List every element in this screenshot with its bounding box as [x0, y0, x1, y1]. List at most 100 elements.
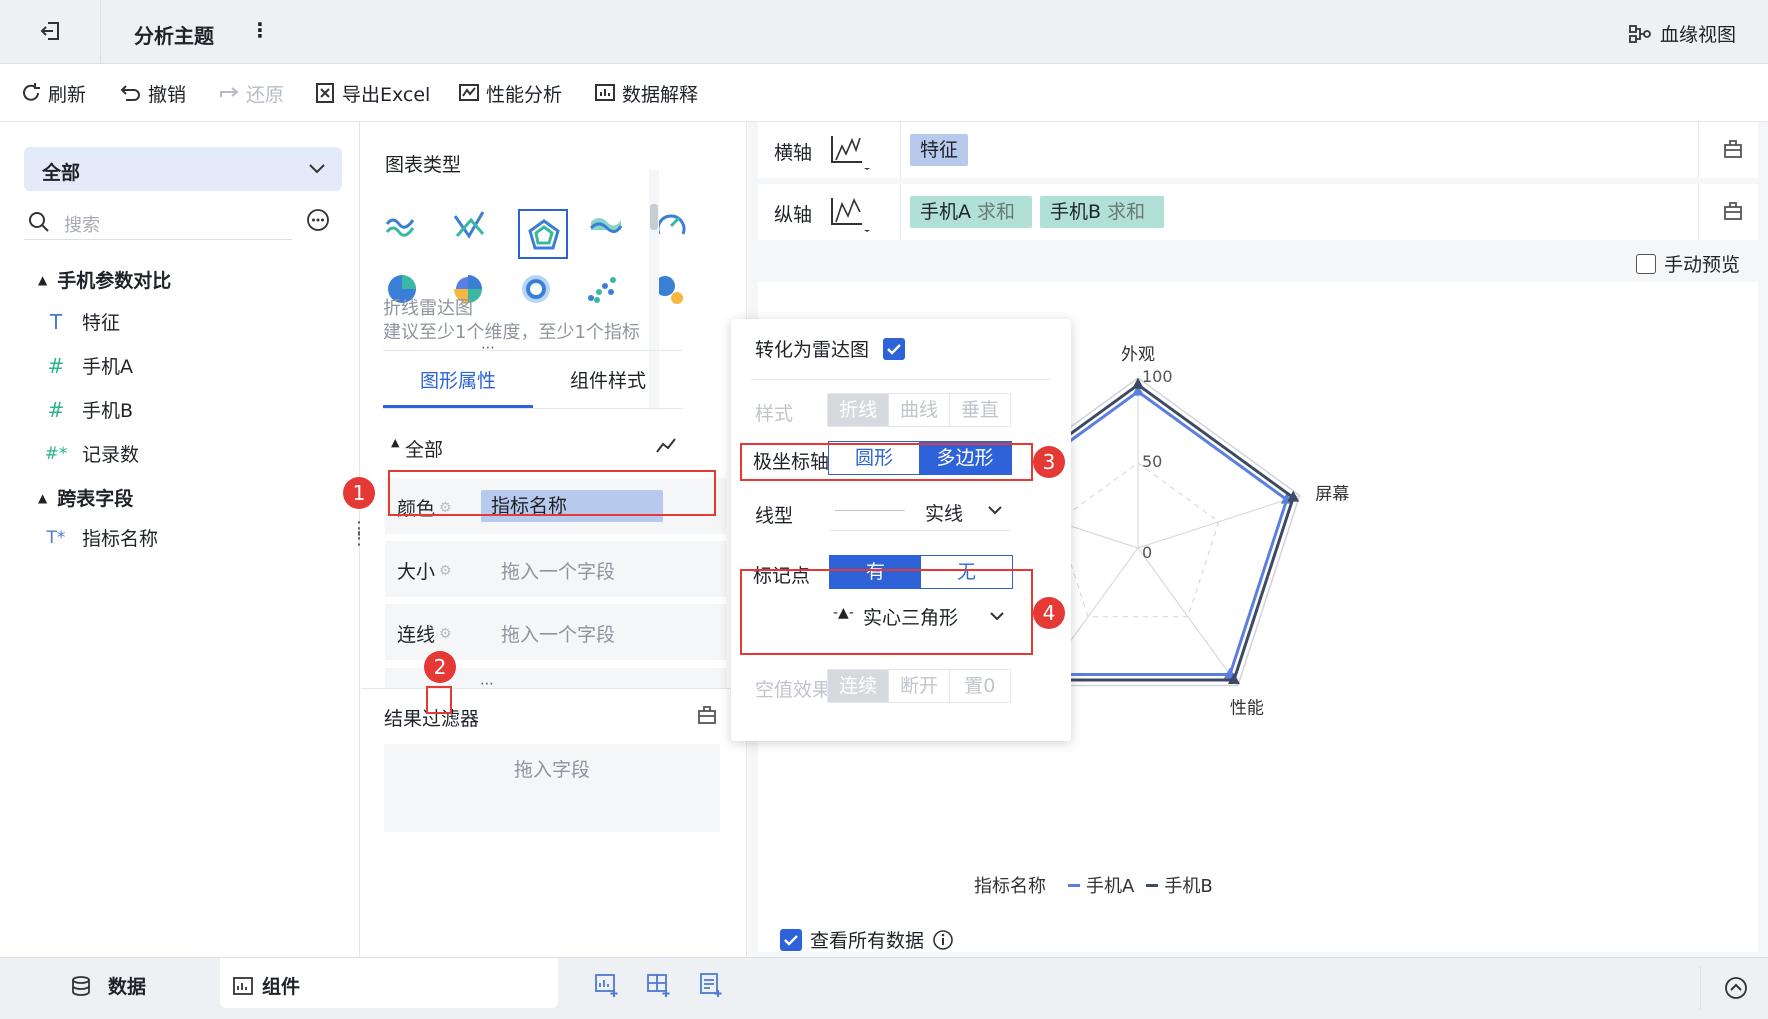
null-option-continuous[interactable]: 连续	[828, 670, 889, 702]
chevron-down-icon	[988, 506, 1002, 515]
y-axis-field-chip[interactable]: 手机B 求和	[1040, 196, 1164, 228]
y-field-agg: 求和	[1107, 201, 1146, 223]
number-type-icon: #	[47, 353, 65, 378]
more-menu-icon[interactable]: ⋮	[250, 18, 270, 42]
manual-preview-toggle[interactable]: 手动预览	[1636, 250, 1740, 277]
component-tab[interactable]: 组件	[220, 958, 558, 1008]
y-axis-field-chip[interactable]: 手机A 求和	[910, 196, 1032, 228]
y-axis-type-icon[interactable]	[828, 194, 872, 234]
chevron-down-icon	[309, 164, 325, 174]
y-axis-label: 纵轴	[774, 204, 813, 226]
y-field-name: 手机B	[1050, 201, 1102, 223]
field-group-name: 跨表字段	[57, 488, 134, 510]
drag-handle-icon[interactable]: ⋯	[481, 340, 495, 356]
field-group-name: 手机参数对比	[57, 270, 172, 292]
field-item[interactable]: # 手机B	[44, 396, 133, 423]
export-excel-button[interactable]: 导出Excel	[314, 78, 430, 108]
table-select-dropdown[interactable]: 全部	[24, 147, 342, 191]
annotation-badge-3: 3	[1033, 446, 1065, 478]
drag-handle-icon[interactable]: ⋯	[480, 676, 494, 692]
legend-item-b[interactable]: 手机B	[1146, 872, 1213, 898]
chart-type-polyline-icon[interactable]	[451, 208, 489, 242]
convert-radar-checkbox[interactable]	[883, 337, 906, 360]
convert-radar-row[interactable]: 转化为雷达图	[755, 335, 906, 362]
view-all-checkbox[interactable]	[780, 928, 802, 951]
table-select-value: 全部	[42, 162, 81, 184]
style-option-polyline[interactable]: 折线	[828, 394, 889, 426]
data-tab[interactable]: 数据	[70, 972, 146, 999]
field-group-header[interactable]: ▲ 手机参数对比	[38, 266, 171, 293]
caret-down-icon: ▲	[391, 436, 400, 449]
exit-icon[interactable]	[38, 18, 64, 44]
performance-icon	[459, 84, 479, 101]
top-bar: 分析主题 ⋮ 血缘视图	[0, 0, 1768, 64]
redo-button[interactable]: 还原	[218, 78, 284, 108]
connect-line-drop-zone[interactable]: 拖入一个字段	[501, 620, 615, 647]
annotation-box-4	[740, 569, 1033, 655]
export-excel-label: 导出Excel	[342, 83, 431, 106]
field-search-input[interactable]: 搜索	[24, 202, 292, 240]
legend-label: 手机B	[1164, 876, 1213, 897]
view-all-data-toggle[interactable]: 查看所有数据	[780, 926, 954, 953]
all-marks-row[interactable]: ▲ 全部	[391, 426, 683, 466]
undo-icon	[120, 85, 140, 101]
field-item[interactable]: # 手机A	[44, 352, 133, 379]
legend-swatch	[1146, 883, 1159, 887]
add-chart-icon[interactable]	[594, 972, 620, 998]
undo-label: 撤销	[148, 83, 187, 106]
null-option-break[interactable]: 断开	[888, 670, 948, 702]
size-drop-zone[interactable]: 拖入一个字段	[501, 557, 615, 584]
data-explain-label: 数据解释	[622, 83, 699, 106]
chart-type-title: 图表类型	[385, 154, 462, 176]
legend-item-a[interactable]: 手机A	[1068, 872, 1134, 898]
x-axis-field-chip[interactable]: 特征	[910, 134, 969, 166]
add-table-icon[interactable]	[646, 972, 672, 998]
chart-type-line-icon[interactable]	[383, 210, 421, 242]
null-option-zero[interactable]: 置0	[948, 670, 1010, 702]
radar-spoke	[1137, 494, 1300, 549]
gear-icon[interactable]: ⚙	[439, 563, 452, 579]
field-item[interactable]: T 特征	[44, 308, 120, 335]
chart-type-donut-icon[interactable]	[519, 272, 553, 306]
y-axis-shelf: 纵轴 手机A 求和 手机B 求和	[758, 184, 1758, 240]
data-explain-button[interactable]: 数据解释	[594, 78, 698, 108]
chart-type-scatter-icon[interactable]	[585, 272, 621, 306]
data-explain-icon	[595, 84, 615, 101]
info-icon[interactable]	[932, 929, 954, 951]
annotation-badge-1: 1	[343, 477, 375, 509]
calculated-text-icon: T*	[46, 527, 66, 548]
tab-label: 组件样式	[569, 370, 646, 392]
filter-settings-icon[interactable]	[696, 704, 718, 726]
x-axis-type-icon[interactable]	[828, 132, 872, 172]
performance-analysis-button[interactable]: 性能分析	[458, 78, 562, 108]
style-option-vertical[interactable]: 垂直	[948, 394, 1010, 426]
data-tab-label: 数据	[108, 976, 147, 998]
chart-type-radar-icon[interactable]	[518, 209, 568, 259]
lineage-view-button[interactable]: 血缘视图	[1628, 20, 1736, 47]
divider	[1700, 966, 1701, 1010]
style-segmented: 折线 曲线 垂直	[827, 393, 1011, 427]
tab-component-style[interactable]: 组件样式	[533, 364, 683, 408]
line-type-select[interactable]: 实线	[829, 491, 1011, 531]
collapse-up-icon[interactable]	[1724, 976, 1748, 1000]
field-item[interactable]: T* 指标名称	[44, 524, 158, 551]
chart-type-area-icon[interactable]	[587, 210, 625, 242]
tab-graphic-properties[interactable]: 图形属性	[383, 364, 533, 408]
field-item[interactable]: #* 记录数	[44, 440, 139, 467]
undo-button[interactable]: 撤销	[120, 78, 186, 108]
field-label: 记录数	[82, 444, 140, 466]
manual-preview-checkbox[interactable]	[1636, 253, 1656, 274]
filter-drop-zone[interactable]: 拖入字段	[384, 744, 720, 832]
x-axis-settings-icon[interactable]	[1722, 138, 1744, 160]
line-mark-icon[interactable]	[655, 436, 677, 456]
radar-category-label: 外观	[1121, 345, 1155, 365]
refresh-button[interactable]: 刷新	[20, 78, 86, 108]
y-field-name: 手机A	[920, 201, 971, 223]
more-options-icon[interactable]	[306, 208, 330, 232]
add-filter-icon[interactable]	[698, 972, 724, 998]
caret-down-icon: ▲	[38, 490, 48, 505]
style-option-curve[interactable]: 曲线	[888, 394, 948, 426]
field-group-header[interactable]: ▲ 跨表字段	[38, 484, 133, 511]
gear-icon[interactable]: ⚙	[439, 626, 452, 642]
y-axis-settings-icon[interactable]	[1722, 200, 1744, 222]
